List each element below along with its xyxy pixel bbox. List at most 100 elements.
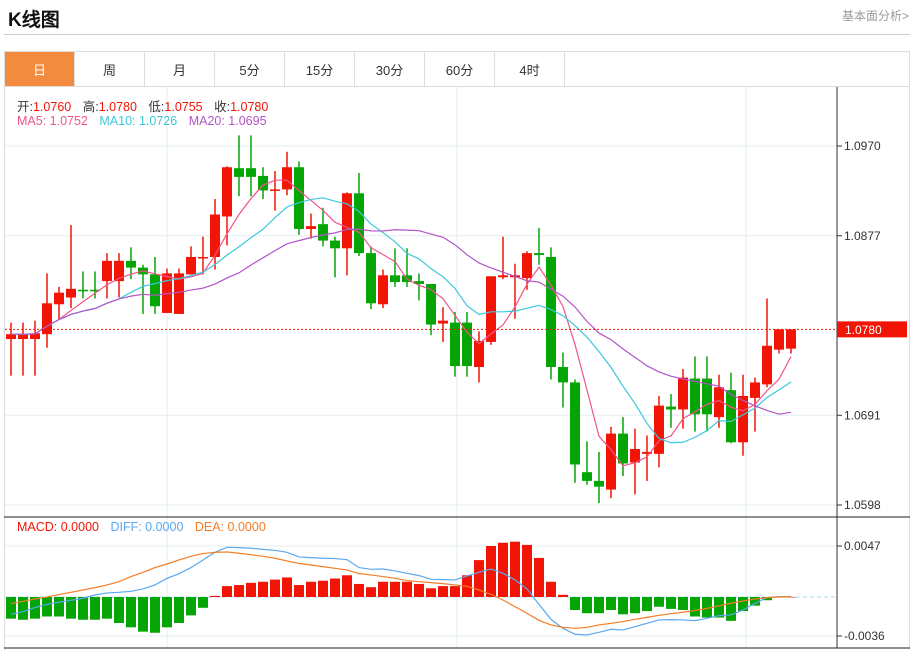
- candle-body: [678, 377, 688, 410]
- macd-bar: [534, 557, 544, 597]
- candle: [546, 247, 556, 380]
- ma10-line: [11, 197, 792, 444]
- candle-body: [186, 256, 196, 275]
- macd-bar: [642, 597, 652, 612]
- macd-bar: [690, 597, 700, 617]
- candle-body: [726, 390, 736, 443]
- macd-bar: [666, 597, 676, 609]
- candle-body: [558, 366, 568, 383]
- candle-body: [18, 334, 28, 340]
- macd-bar: [366, 587, 376, 597]
- candle: [774, 329, 784, 354]
- candle: [666, 394, 676, 428]
- candle-body: [342, 193, 352, 249]
- ma20-value: MA20: 1.0695: [188, 114, 267, 128]
- candle: [210, 199, 220, 270]
- macd-bar: [426, 588, 436, 597]
- candle-body: [6, 334, 16, 340]
- candle-body: [570, 382, 580, 465]
- macd-bar: [354, 583, 364, 597]
- candle: [438, 307, 448, 342]
- close-label: 收:: [214, 100, 231, 114]
- candle: [450, 311, 460, 377]
- macd-bar: [438, 586, 448, 597]
- candle: [234, 135, 244, 197]
- candle: [378, 269, 388, 309]
- macd-bar: [738, 597, 748, 612]
- macd-bar: [390, 581, 400, 597]
- candle-body: [654, 405, 664, 454]
- candle: [570, 379, 580, 483]
- macd-bar: [714, 597, 724, 618]
- macd-bar: [174, 597, 184, 623]
- candle-body: [774, 329, 784, 350]
- candle-body: [474, 340, 484, 367]
- macd-tick-label: -0.0036: [844, 629, 885, 643]
- candle: [246, 135, 256, 197]
- candle: [606, 426, 616, 499]
- candle: [90, 271, 100, 299]
- macd-bar: [606, 597, 616, 610]
- candle-body: [522, 253, 532, 279]
- macd-bar: [126, 597, 136, 628]
- candle: [762, 298, 772, 388]
- candle-body: [354, 193, 364, 254]
- candle: [474, 331, 484, 383]
- candle: [582, 441, 592, 485]
- macd-bar: [402, 581, 412, 597]
- candle-body: [78, 289, 88, 292]
- candle-body: [378, 275, 388, 305]
- low-label: 低:: [148, 100, 165, 114]
- high-value: 1.0780: [98, 100, 137, 114]
- candle-body: [438, 320, 448, 324]
- candle-body: [54, 292, 64, 305]
- price-tick-label: 1.0598: [844, 498, 881, 512]
- candle-body: [234, 168, 244, 177]
- candle-body: [750, 382, 760, 398]
- macd-bar: [378, 581, 388, 597]
- candle: [294, 161, 304, 235]
- open-label: 开:: [17, 100, 33, 114]
- macd-bar: [594, 597, 604, 614]
- macd-bar: [618, 597, 628, 615]
- candle-body: [126, 260, 136, 268]
- candle-body: [210, 214, 220, 257]
- ohlc-legend: 开:1.0760 高:1.0780 低:1.0755 收:1.0780: [17, 96, 276, 115]
- macd-bar: [42, 597, 52, 617]
- low-value: 1.0755: [164, 100, 203, 114]
- candle-body: [198, 256, 208, 259]
- candle: [18, 322, 28, 376]
- macd-bar: [222, 586, 232, 597]
- candle-body: [102, 260, 112, 282]
- candle-body: [786, 329, 796, 349]
- candle-body: [66, 288, 76, 298]
- candle-body: [318, 224, 328, 241]
- candle: [654, 395, 664, 468]
- candle: [186, 246, 196, 275]
- candle: [54, 286, 64, 320]
- macd-bar: [498, 542, 508, 597]
- macd-bar: [54, 597, 64, 617]
- candle-body: [594, 480, 604, 487]
- macd-bar: [678, 597, 688, 610]
- macd-tick-label: 0.0047: [844, 539, 881, 553]
- macd-bar: [246, 582, 256, 597]
- price-tick-label: 1.0970: [844, 139, 881, 153]
- ma-legend: MA5: 1.0752 MA10: 1.0726 MA20: 1.0695: [17, 114, 275, 128]
- macd-bar: [330, 578, 340, 597]
- macd-bar: [90, 597, 100, 620]
- macd-bar: [198, 597, 208, 608]
- candle: [342, 192, 352, 276]
- candle: [330, 236, 340, 278]
- candle: [270, 171, 280, 211]
- macd-bar: [582, 597, 592, 614]
- candle-body: [150, 274, 160, 307]
- candle: [534, 228, 544, 265]
- macd-bar: [210, 595, 220, 597]
- macd-legend: MACD: 0.0000 DIFF: 0.0000 DEA: 0.0000: [17, 520, 274, 534]
- macd-bar: [558, 594, 568, 597]
- macd-bar: [6, 597, 16, 619]
- candle-body: [390, 275, 400, 283]
- candle: [282, 151, 292, 196]
- candle: [6, 322, 16, 376]
